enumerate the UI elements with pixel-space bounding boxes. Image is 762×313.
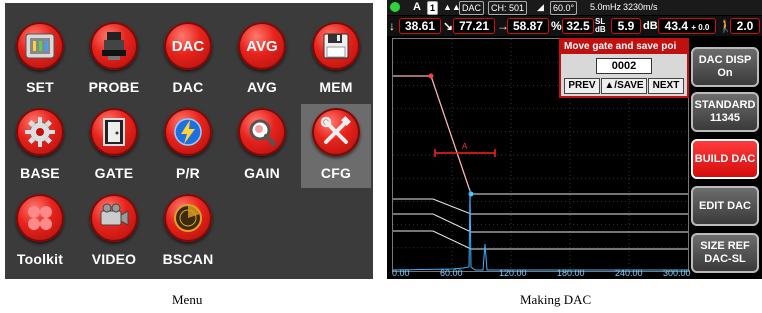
lightning-icon bbox=[164, 108, 212, 156]
menu-item-dac[interactable]: DAC DAC bbox=[153, 18, 223, 102]
standard-button[interactable]: STANDARD 11345 bbox=[691, 92, 759, 132]
status-bar: A 1 ▲▲ DAC CH: 501 ◢ 60.0° 5.0mHz 3230m/… bbox=[387, 0, 762, 15]
video-camera-icon bbox=[90, 194, 138, 242]
dac-text-icon: DAC bbox=[164, 22, 212, 70]
dialog-title: Move gate and save poi bbox=[561, 40, 687, 54]
probe-icon bbox=[90, 22, 138, 70]
menu-item-label: GAIN bbox=[244, 165, 280, 181]
radar-icon bbox=[164, 194, 212, 242]
channel-letter: A bbox=[413, 1, 421, 13]
menu-item-label: P/R bbox=[176, 165, 200, 181]
build-dac-button[interactable]: BUILD DAC bbox=[691, 139, 759, 179]
reading-sl: 5.9 bbox=[611, 18, 641, 34]
x-tick: 300.00 bbox=[663, 268, 691, 278]
menu-item-label: MEM bbox=[319, 79, 353, 95]
mode-badge: DAC bbox=[459, 1, 485, 15]
dots-icon bbox=[16, 194, 64, 242]
dac-point bbox=[468, 191, 474, 197]
next-button[interactable]: NEXT bbox=[648, 78, 684, 94]
path-icon: ↘ bbox=[443, 19, 454, 33]
reading-gain: 43.4 + 0.0 bbox=[658, 18, 716, 34]
sl-icon: SL dB bbox=[595, 17, 606, 34]
x-axis: 0.00 60.00 120.00 180.00 240.00 300.00 bbox=[387, 268, 691, 279]
point-number-field[interactable]: 0002 bbox=[596, 58, 652, 74]
save-point-dialog: Move gate and save poi 0002 PREV ▲/SAVE … bbox=[559, 38, 689, 98]
depth-arrow-icon: ↓ bbox=[389, 19, 395, 33]
reading-step: 2.0 bbox=[730, 18, 760, 34]
save-button[interactable]: ▲/SAVE bbox=[601, 78, 647, 94]
menu-item-set[interactable]: SET bbox=[5, 18, 75, 102]
dac-reference-curve bbox=[393, 75, 472, 195]
x-tick: 120.00 bbox=[499, 268, 527, 278]
reading-surface: 58.87 bbox=[507, 18, 549, 34]
menu-item-pr[interactable]: P/R bbox=[153, 104, 223, 188]
prev-button[interactable]: PREV bbox=[564, 78, 600, 94]
menu-item-label: BASE bbox=[20, 165, 60, 181]
menu-item-gain[interactable]: GAIN bbox=[227, 104, 297, 188]
menu-item-toolkit[interactable]: Toolkit bbox=[5, 190, 75, 274]
dac-point bbox=[428, 73, 434, 79]
menu-item-cfg[interactable]: CFG bbox=[301, 104, 371, 188]
door-icon bbox=[90, 108, 138, 156]
caption-menu: Menu bbox=[172, 292, 203, 307]
dac-curve bbox=[393, 213, 688, 233]
dac-screen: A 1 ▲▲ DAC CH: 501 ◢ 60.0° 5.0mHz 3230m/… bbox=[387, 0, 762, 279]
channel-id: CH: 501 bbox=[488, 1, 528, 15]
avg-text-icon: AVG bbox=[238, 22, 286, 70]
db-symbol: dB bbox=[643, 20, 658, 32]
angle-icon: ◢ bbox=[537, 2, 544, 12]
frequency: 5.0mHz bbox=[590, 2, 622, 12]
size-ref-button[interactable]: SIZE REF DAC-SL bbox=[691, 233, 759, 273]
dac-display-button[interactable]: DAC DISP On bbox=[691, 47, 759, 87]
floppy-disk-icon bbox=[312, 22, 360, 70]
menu-item-label: DAC bbox=[172, 79, 204, 95]
menu-item-label: VIDEO bbox=[91, 251, 137, 267]
menu-item-label: Toolkit bbox=[16, 251, 64, 267]
menu-item-label: GATE bbox=[94, 165, 134, 181]
reading-amplitude: 32.5 bbox=[562, 18, 594, 34]
gear-icon bbox=[16, 108, 64, 156]
channel-number: 1 bbox=[427, 1, 439, 15]
velocity: 3230m/s bbox=[623, 2, 658, 12]
edit-dac-button[interactable]: EDIT DAC bbox=[691, 186, 759, 226]
x-tick: 0.00 bbox=[392, 268, 410, 278]
menu-item-base[interactable]: BASE bbox=[5, 104, 75, 188]
readings-bar: ↓ 38.61 ↘ 77.21 → 58.87 % 32.5 SL dB 5.9 … bbox=[387, 16, 762, 36]
menu-item-label: AVG bbox=[247, 79, 277, 95]
menu-item-label: CFG bbox=[320, 165, 352, 181]
menu-item-label: SET bbox=[26, 79, 54, 95]
magnifier-icon bbox=[238, 108, 286, 156]
status-led-icon bbox=[390, 2, 400, 12]
menu-item-mem[interactable]: MEM bbox=[301, 18, 371, 102]
menu-item-gate[interactable]: GATE bbox=[79, 104, 149, 188]
settings-panel-icon bbox=[16, 22, 64, 70]
x-tick: 180.00 bbox=[557, 268, 585, 278]
menu-item-probe[interactable]: PROBE bbox=[79, 18, 149, 102]
percent-symbol: % bbox=[551, 19, 562, 33]
reading-depth: 38.61 bbox=[399, 18, 441, 34]
dac-curve bbox=[393, 230, 688, 250]
main-menu-panel: SET PROBE DAC DAC AVG AVG MEM BASE GATE bbox=[5, 3, 373, 279]
menu-item-video[interactable]: VIDEO bbox=[79, 190, 149, 274]
probe-angle: 60.0° bbox=[550, 1, 578, 15]
tools-icon bbox=[312, 108, 360, 156]
x-tick: 60.00 bbox=[440, 268, 463, 278]
x-tick: 240.00 bbox=[615, 268, 643, 278]
menu-item-avg[interactable]: AVG AVG bbox=[227, 18, 297, 102]
reading-path: 77.21 bbox=[453, 18, 495, 34]
menu-item-label: PROBE bbox=[88, 79, 140, 95]
menu-item-bscan[interactable]: BSCAN bbox=[153, 190, 223, 274]
menu-item-label: BSCAN bbox=[162, 251, 214, 267]
caption-making-dac: Making DAC bbox=[520, 292, 592, 307]
gate-a-label: A bbox=[462, 142, 468, 151]
